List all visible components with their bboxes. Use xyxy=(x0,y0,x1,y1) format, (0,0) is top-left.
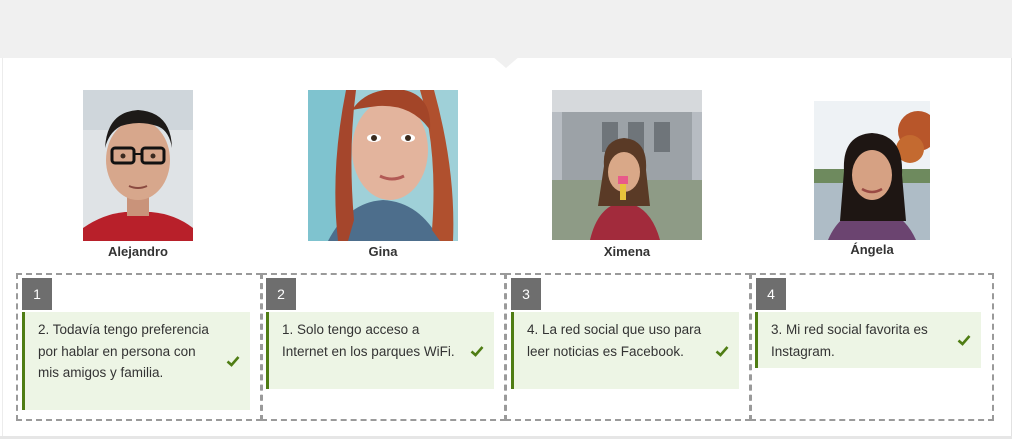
person-name-alejandro: Alejandro xyxy=(108,244,168,259)
answer-card-1[interactable]: 2. Todavía tengo preferencia por hablar … xyxy=(22,312,250,410)
header-band xyxy=(0,0,1012,58)
check-icon xyxy=(470,345,484,357)
answer-card-4[interactable]: 3. Mi red social favorita es Instagram. xyxy=(755,312,981,368)
answer-text-1: 2. Todavía tengo preferencia por hablar … xyxy=(38,322,209,380)
frame-border-right xyxy=(1011,58,1012,439)
header-pointer xyxy=(492,56,520,68)
answer-text-4: 3. Mi red social favorita es Instagram. xyxy=(771,322,928,359)
check-icon xyxy=(226,356,240,367)
answer-card-2[interactable]: 1. Solo tengo acceso a Internet en los p… xyxy=(266,312,494,389)
answer-card-3[interactable]: 4. La red social que uso para leer notic… xyxy=(511,312,739,389)
zone-number-1: 1 xyxy=(22,278,52,310)
frame-border-left xyxy=(2,58,3,439)
person-name-angela: Ángela xyxy=(850,242,894,257)
zone-number-3: 3 xyxy=(511,278,541,310)
answer-text-3: 4. La red social que uso para leer notic… xyxy=(527,322,702,359)
zone-number-4: 4 xyxy=(756,278,786,310)
photo-alejandro xyxy=(83,90,193,241)
photo-gina xyxy=(308,90,458,241)
person-name-ximena: Ximena xyxy=(603,244,651,259)
person-name-gina: Gina xyxy=(368,244,398,259)
photo-angela xyxy=(814,101,930,240)
answer-text-2: 1. Solo tengo acceso a Internet en los p… xyxy=(282,322,455,359)
photo-ximena xyxy=(552,90,702,240)
check-icon xyxy=(957,335,971,346)
check-icon xyxy=(715,345,729,357)
zone-number-2: 2 xyxy=(266,278,296,310)
